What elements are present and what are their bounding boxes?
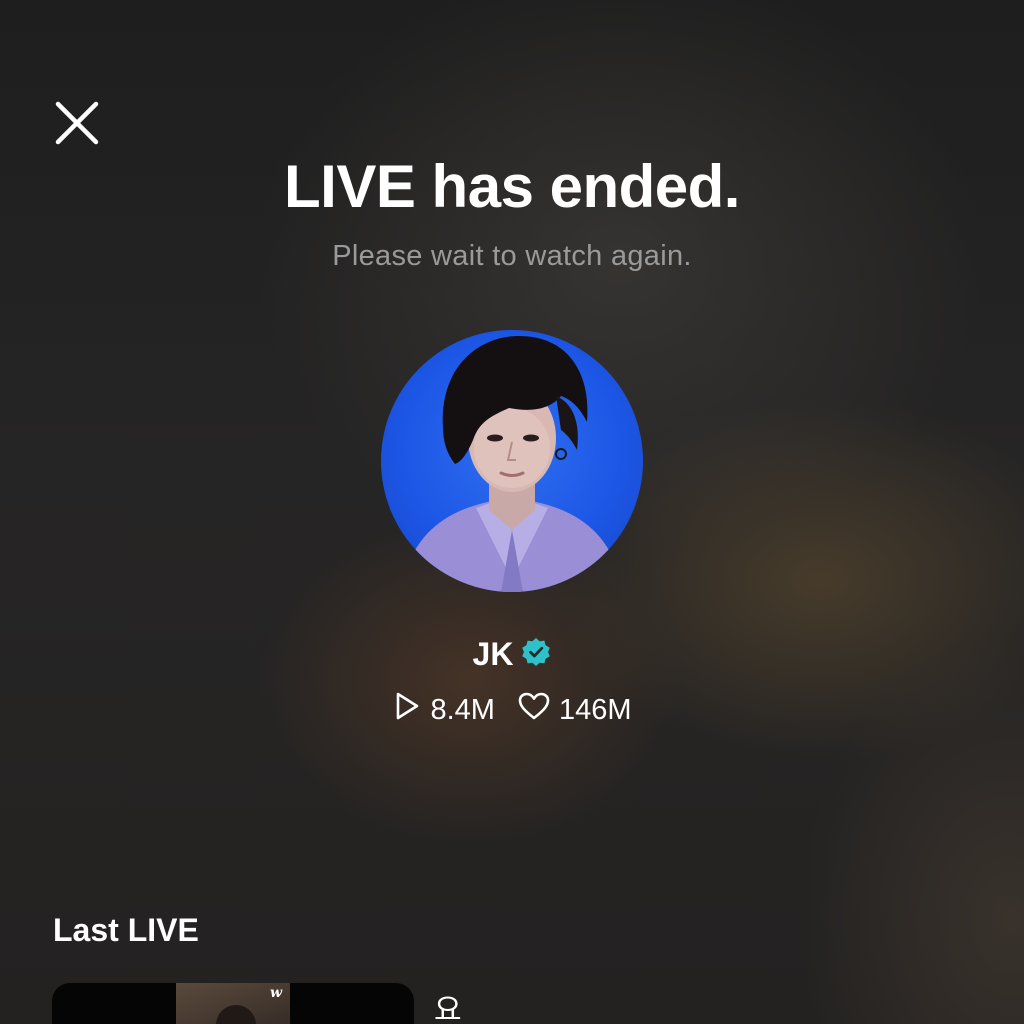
verified-badge-icon <box>521 637 551 672</box>
last-live-item-title[interactable]: 요 <box>434 985 462 1024</box>
likes-stat: 146M <box>517 691 632 729</box>
page-title: LIVE has ended. <box>284 153 740 220</box>
weverse-logo-icon: w <box>270 985 283 1001</box>
live-ended-screen: LIVE has ended. Please wait to watch aga… <box>0 0 1024 1024</box>
last-live-thumbnail[interactable]: w <box>52 983 414 1024</box>
last-live-title: Last LIVE <box>53 912 199 948</box>
likes-count: 146M <box>558 693 632 726</box>
thumbnail-image: w <box>176 983 290 1024</box>
heart-icon <box>517 691 551 729</box>
page-subtitle: Please wait to watch again. <box>332 240 692 272</box>
plays-count: 8.4M <box>430 693 495 726</box>
avatar-portrait <box>401 336 623 592</box>
thumbnail-person <box>216 1005 256 1024</box>
close-button[interactable] <box>50 96 104 150</box>
play-icon <box>392 690 422 730</box>
close-icon <box>55 101 99 145</box>
profile-name: JK <box>472 636 514 672</box>
profile-stats: 8.4M 146M <box>0 690 1024 730</box>
avatar[interactable] <box>381 330 643 592</box>
profile-name-row: JK <box>0 636 1024 673</box>
plays-stat: 8.4M <box>392 690 495 730</box>
